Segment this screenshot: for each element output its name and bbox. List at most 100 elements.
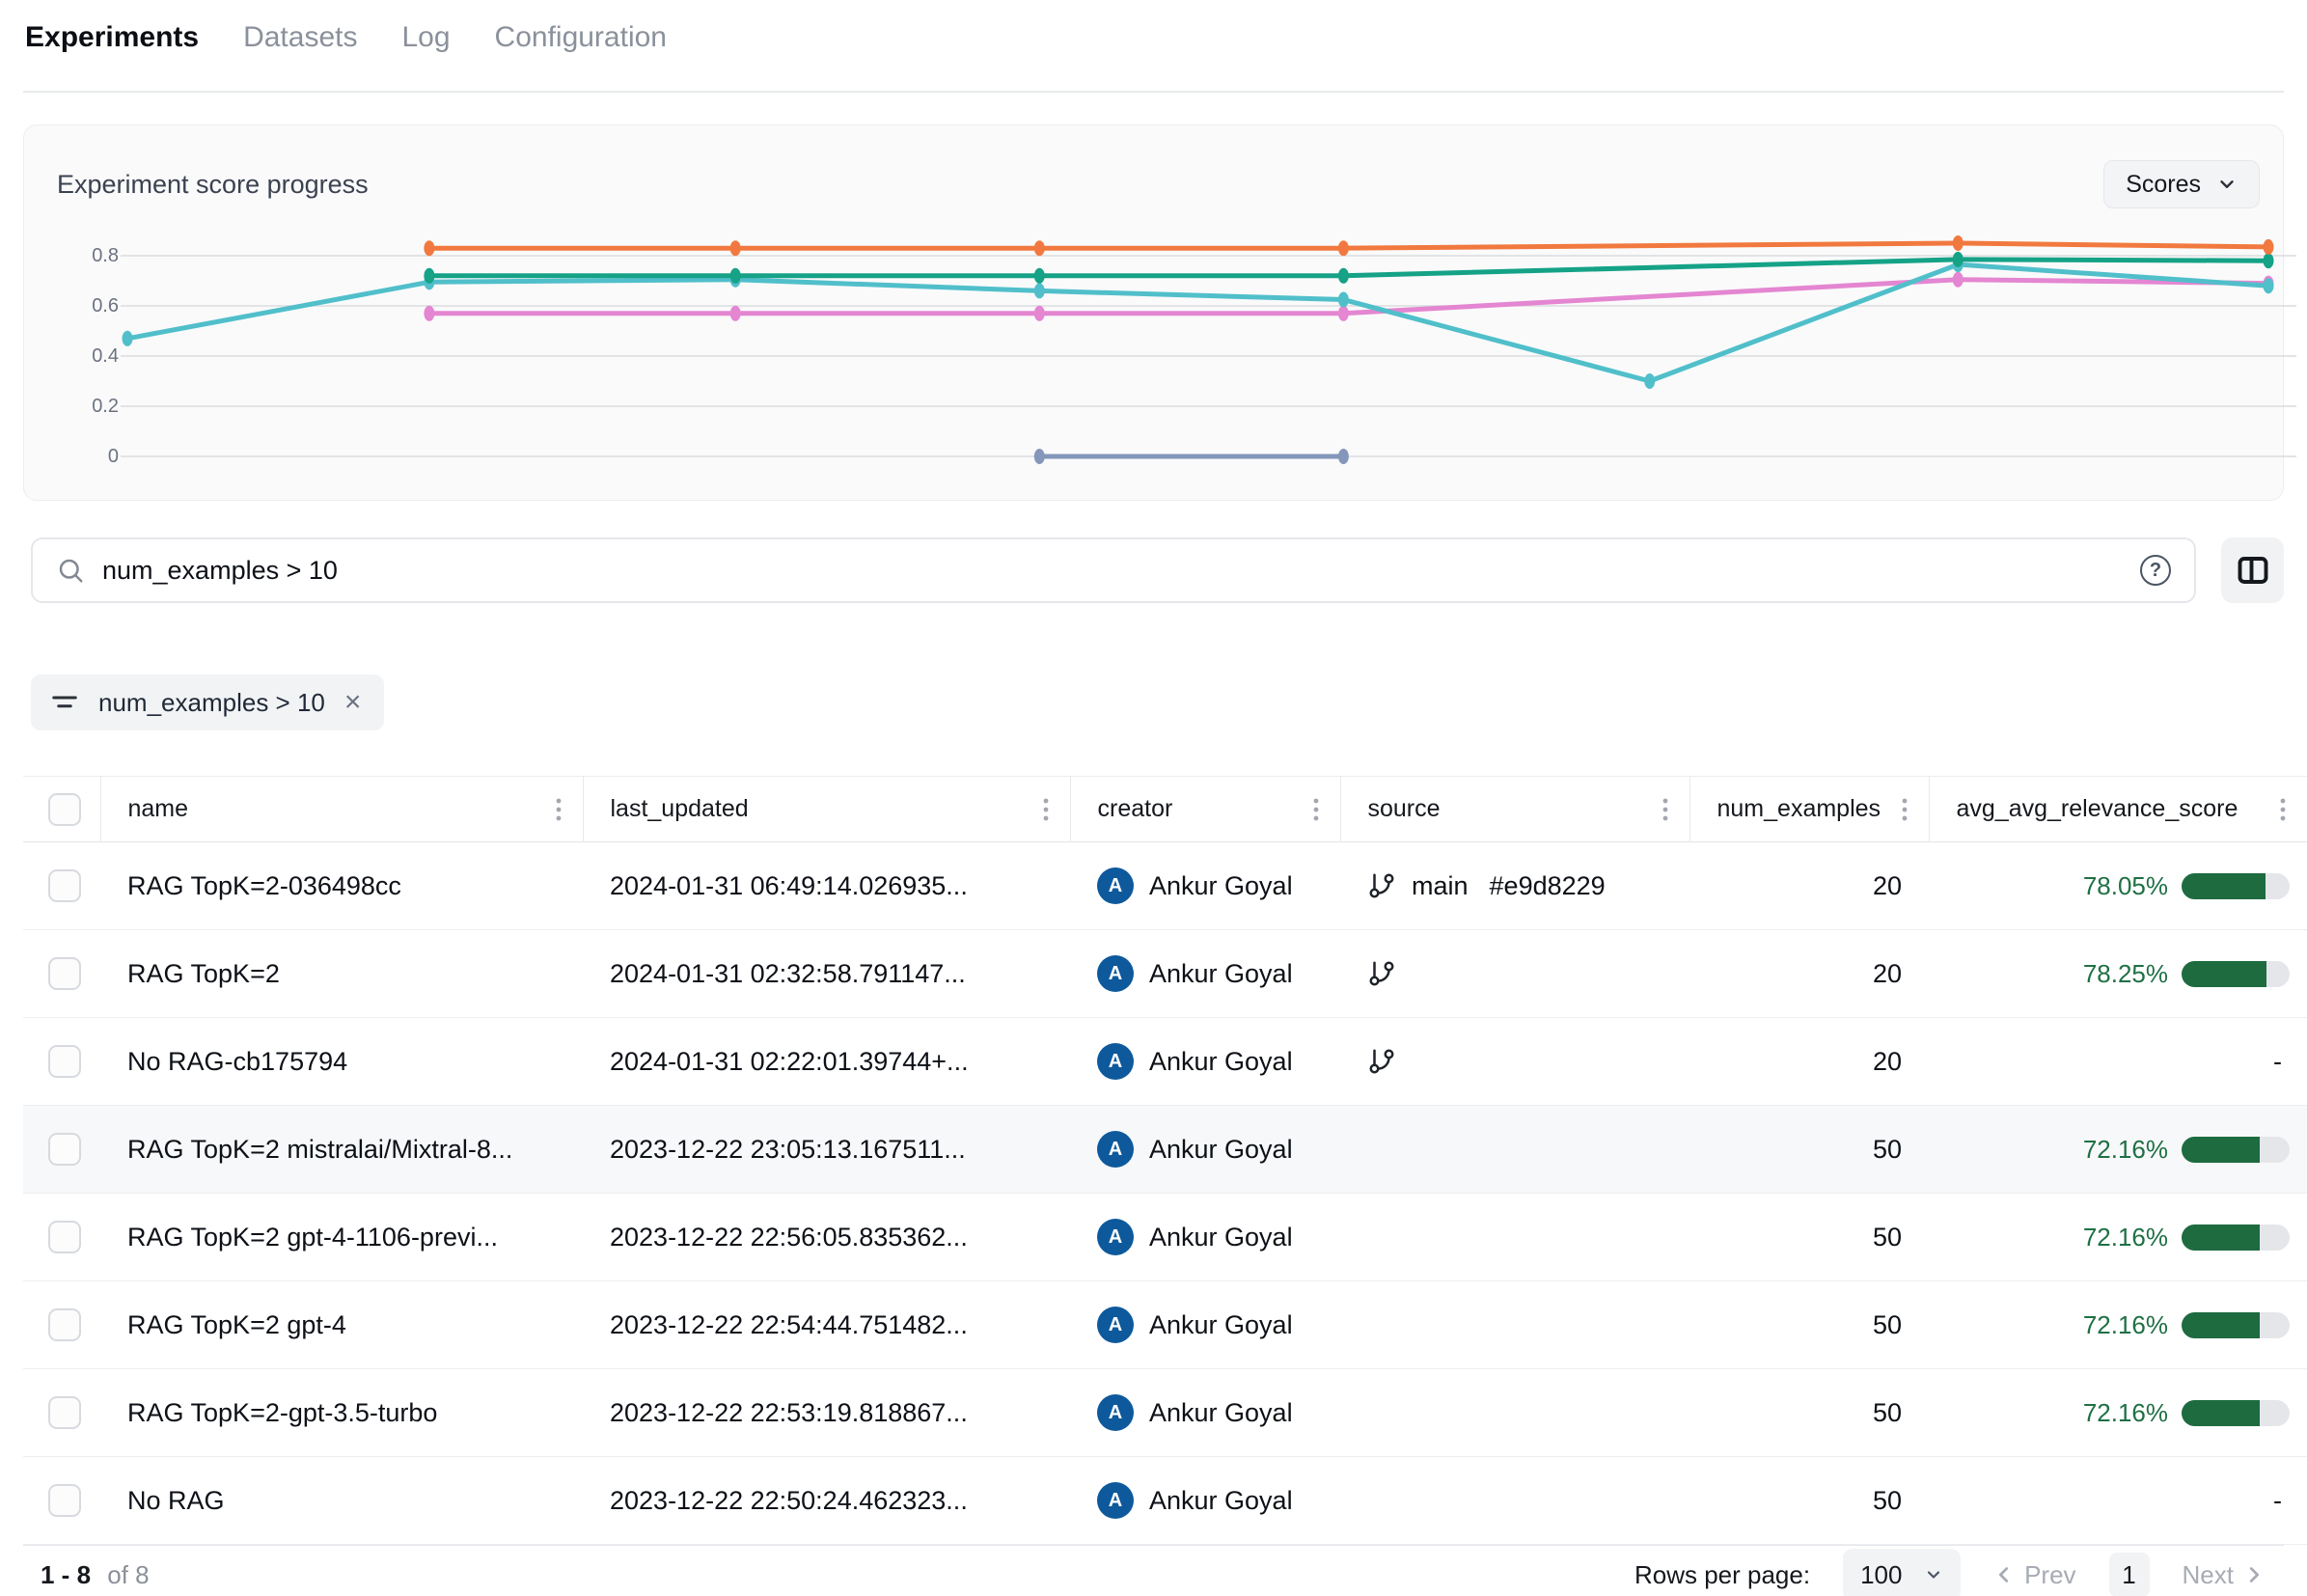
experiment-name[interactable]: RAG TopK=2-036498cc <box>100 842 583 930</box>
row-checkbox[interactable] <box>48 1484 81 1517</box>
commit-hash: #e9d8229 <box>1490 871 1606 901</box>
line-chart-canvas <box>121 222 2296 482</box>
table-row[interactable]: No RAG-cb175794 2024-01-31 02:22:01.3974… <box>23 1018 2307 1106</box>
tab-datasets[interactable]: Datasets <box>243 21 357 54</box>
relevance-score: 72.16% <box>1956 1369 2307 1456</box>
filter-chip-label: num_examples > 10 <box>98 688 325 718</box>
relevance-score: 78.25% <box>1956 930 2307 1017</box>
last-updated-value: 2023-12-22 23:05:13.167511... <box>583 1106 1070 1194</box>
table-row[interactable]: RAG TopK=2-gpt-3.5-turbo 2023-12-22 22:5… <box>23 1369 2307 1457</box>
search-input[interactable]: num_examples > 10 ? <box>31 537 2196 603</box>
num-examples-value: 50 <box>1689 1194 1929 1281</box>
experiment-name[interactable]: RAG TopK=2 gpt-4 <box>100 1281 583 1369</box>
search-query-text: num_examples > 10 <box>102 556 2123 586</box>
scores-dropdown-button[interactable]: Scores <box>2103 160 2260 208</box>
current-page-button[interactable]: 1 <box>2109 1553 2150 1596</box>
experiment-name[interactable]: RAG TopK=2 gpt-4-1106-previ... <box>100 1194 583 1281</box>
tab-log[interactable]: Log <box>401 21 450 54</box>
column-header-last-updated[interactable]: last_updated <box>583 777 1070 842</box>
experiment-name[interactable]: No RAG <box>100 1457 583 1545</box>
row-checkbox[interactable] <box>48 1308 81 1341</box>
select-all-header <box>23 777 100 842</box>
avatar: A <box>1097 955 1134 992</box>
git-branch-icon <box>1367 959 1396 988</box>
table-row[interactable]: RAG TopK=2-036498cc 2024-01-31 06:49:14.… <box>23 842 2307 930</box>
relevance-score: 72.16% <box>1956 1281 2307 1368</box>
table-row[interactable]: RAG TopK=2 2024-01-31 02:32:58.791147...… <box>23 930 2307 1018</box>
experiment-score-card: Experiment score progress Scores 00.20.4… <box>23 124 2284 501</box>
creator-name: Ankur Goyal <box>1149 1047 1293 1077</box>
column-header-num-examples[interactable]: num_examples <box>1689 777 1929 842</box>
row-checkbox[interactable] <box>48 1045 81 1078</box>
git-branch-icon <box>1367 871 1396 900</box>
score-progress-bar <box>2182 961 2290 987</box>
column-menu-icon[interactable] <box>1902 797 1908 822</box>
select-all-checkbox[interactable] <box>48 793 81 826</box>
last-updated-value: 2023-12-22 22:53:19.818867... <box>583 1369 1070 1457</box>
table-row[interactable]: RAG TopK=2 gpt-4-1106-previ... 2023-12-2… <box>23 1194 2307 1281</box>
experiment-name[interactable]: No RAG-cb175794 <box>100 1018 583 1106</box>
tab-experiments[interactable]: Experiments <box>25 21 199 54</box>
row-checkbox[interactable] <box>48 1133 81 1166</box>
num-examples-value: 50 <box>1689 1457 1929 1545</box>
y-axis-labels: 00.20.40.60.8 <box>80 222 119 482</box>
chevron-down-icon <box>1924 1565 1943 1584</box>
top-nav: Experiments Datasets Log Configuration <box>0 0 2307 60</box>
table-row[interactable]: No RAG 2023-12-22 22:50:24.462323... AAn… <box>23 1457 2307 1545</box>
tab-configuration[interactable]: Configuration <box>495 21 667 54</box>
row-checkbox[interactable] <box>48 1221 81 1253</box>
column-menu-icon[interactable] <box>1662 797 1668 822</box>
toggle-side-panel-button[interactable] <box>2221 537 2284 603</box>
column-header-avg-avg-relevance-score[interactable]: avg_avg_relevance_score <box>1929 777 2307 842</box>
experiment-name[interactable]: RAG TopK=2-gpt-3.5-turbo <box>100 1369 583 1457</box>
experiment-name[interactable]: RAG TopK=2 <box>100 930 583 1018</box>
prev-page-button[interactable]: Prev <box>1993 1560 2075 1590</box>
rows-per-page-select[interactable]: 100 <box>1843 1549 1961 1596</box>
score-progress-bar <box>2182 1225 2290 1251</box>
row-checkbox[interactable] <box>48 1396 81 1429</box>
column-menu-icon[interactable] <box>556 797 562 822</box>
table-header-row: name last_updated creator source num_exa… <box>23 777 2307 842</box>
filter-chip[interactable]: num_examples > 10 × <box>31 674 384 730</box>
creator-name: Ankur Goyal <box>1149 1223 1293 1252</box>
column-header-source[interactable]: source <box>1340 777 1689 842</box>
avatar: A <box>1097 1131 1134 1168</box>
relevance-score: 78.05% <box>1956 842 2307 929</box>
score-progress-bar <box>2182 1137 2290 1163</box>
score-progress-chart: 00.20.40.60.8 <box>80 222 2260 482</box>
table-row[interactable]: RAG TopK=2 mistralai/Mixtral-8... 2023-1… <box>23 1106 2307 1194</box>
help-icon[interactable]: ? <box>2140 555 2171 586</box>
branch-name: main <box>1412 871 1469 901</box>
chevron-down-icon <box>2216 174 2238 195</box>
column-header-creator[interactable]: creator <box>1070 777 1340 842</box>
experiment-name[interactable]: RAG TopK=2 mistralai/Mixtral-8... <box>100 1106 583 1194</box>
creator-name: Ankur Goyal <box>1149 959 1293 989</box>
relevance-score: 72.16% <box>1956 1106 2307 1193</box>
column-menu-icon[interactable] <box>2280 797 2286 822</box>
creator-name: Ankur Goyal <box>1149 1310 1293 1340</box>
row-checkbox[interactable] <box>48 957 81 990</box>
last-updated-value: 2023-12-22 22:56:05.835362... <box>583 1194 1070 1281</box>
next-page-button[interactable]: Next <box>2183 1560 2265 1590</box>
table-row[interactable]: RAG TopK=2 gpt-4 2023-12-22 22:54:44.751… <box>23 1281 2307 1369</box>
nav-divider <box>23 91 2284 93</box>
column-menu-icon[interactable] <box>1043 797 1049 822</box>
row-checkbox[interactable] <box>48 869 81 902</box>
chevron-right-icon <box>2243 1564 2265 1585</box>
git-branch-icon <box>1367 1047 1396 1076</box>
avatar: A <box>1097 1307 1134 1343</box>
column-header-name[interactable]: name <box>100 777 583 842</box>
avatar: A <box>1097 1482 1134 1519</box>
experiments-table: name last_updated creator source num_exa… <box>23 776 2307 1545</box>
row-range: 1 - 8 of 8 <box>41 1560 150 1590</box>
score-progress-bar <box>2182 1312 2290 1338</box>
avatar: A <box>1097 867 1134 904</box>
columns-layout-icon <box>2236 553 2270 588</box>
column-menu-icon[interactable] <box>1313 797 1319 822</box>
num-examples-value: 50 <box>1689 1281 1929 1369</box>
relevance-score: 72.16% <box>1956 1194 2307 1280</box>
table-footer: 1 - 8 of 8 Rows per page: 100 Prev 1 Nex… <box>23 1545 2284 1596</box>
search-row: num_examples > 10 ? <box>31 537 2284 603</box>
relevance-score-empty: - <box>1956 1486 2307 1516</box>
remove-filter-icon[interactable]: × <box>344 688 362 717</box>
